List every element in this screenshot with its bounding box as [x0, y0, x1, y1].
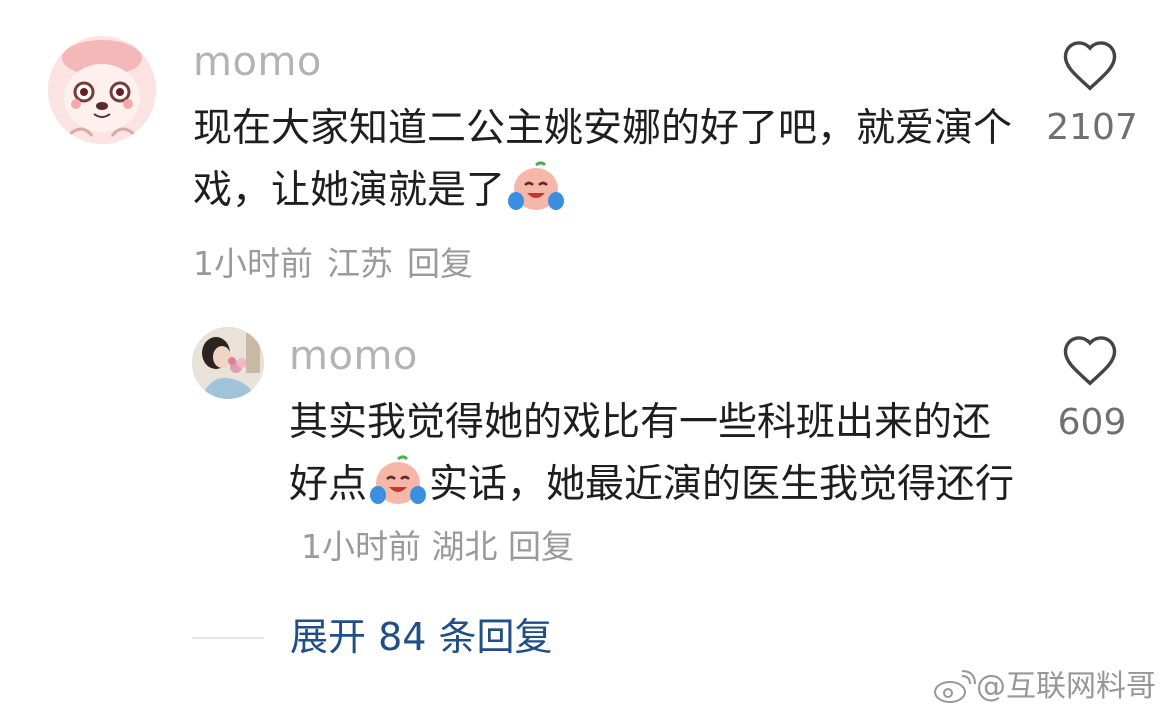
like-count: 2107 — [1046, 107, 1138, 148]
like-button[interactable] — [1060, 38, 1124, 92]
comment-location: 江苏 — [327, 244, 393, 283]
crying-laughing-emoji-icon — [370, 455, 427, 504]
crying-laughing-emoji-icon — [508, 161, 565, 210]
weibo-logo-icon — [934, 670, 976, 703]
reply-meta: 1小时前 湖北 回复 — [301, 527, 574, 566]
user-photo-avatar-icon — [192, 327, 264, 399]
avatar[interactable] — [48, 36, 156, 144]
reply-time: 1小时前 — [301, 527, 421, 566]
reply-like-count: 609 — [1057, 402, 1127, 443]
comment-meta: 1小时前 江苏 回复 — [193, 244, 473, 284]
reply-location: 湖北 — [431, 527, 498, 566]
expand-replies-button[interactable]: 展开 84 条回复 — [290, 612, 553, 662]
comment-text: 现在大家知道二公主姚安娜的好了吧，就爱演个戏，让她演就是了 — [193, 98, 1013, 222]
reply-text-part2: 实话，她最近演的医生我觉得还行 — [429, 462, 1015, 507]
reply-text: 其实我觉得她的戏比有一些科班出来的还好点 实话，她最近演的医生我觉得还行1小时前… — [289, 392, 1019, 579]
comment-time: 1小时前 — [193, 244, 313, 283]
divider — [192, 637, 264, 639]
reply-button[interactable]: 回复 — [407, 244, 473, 283]
cartoon-dog-avatar-icon — [48, 36, 156, 144]
watermark-text: @互联网料哥 — [976, 669, 1156, 704]
heart-icon — [1063, 41, 1117, 91]
comment-text-body: 现在大家知道二公主姚安娜的好了吧，就爱演个戏，让她演就是了 — [193, 106, 1013, 213]
reply-avatar[interactable] — [192, 327, 264, 399]
reply-reply-button[interactable]: 回复 — [508, 527, 574, 566]
username[interactable]: momo — [193, 38, 322, 86]
watermark: @互联网料哥 — [932, 668, 1156, 706]
reply-username[interactable]: momo — [289, 332, 418, 380]
reply-like-button[interactable] — [1060, 333, 1124, 387]
heart-icon — [1063, 336, 1117, 386]
